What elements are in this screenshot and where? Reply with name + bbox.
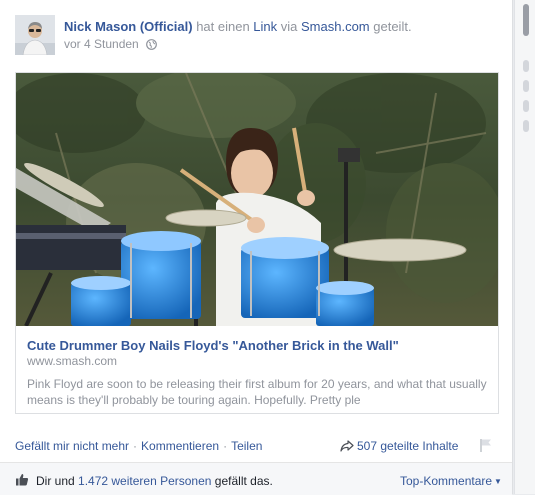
comment-sort-label: Top-Kommentare: [400, 474, 493, 488]
post-header: Nick Mason (Official) hat einen Link via…: [64, 19, 412, 34]
likes-text: Dir und 1.472 weiteren Personen gefällt …: [36, 474, 273, 488]
shares-count: 507 geteilte Inhalte: [357, 439, 459, 453]
likes-suffix: gefällt das.: [211, 474, 273, 488]
preview-image[interactable]: [16, 73, 498, 326]
flag-icon[interactable]: [478, 437, 494, 458]
likes-prefix: Dir und: [36, 474, 79, 488]
share-button[interactable]: Teilen: [231, 439, 262, 453]
caret-down-icon: ▼: [494, 477, 502, 486]
share-arrow-icon: [340, 440, 354, 455]
preview-domain: www.smash.com: [27, 354, 118, 368]
unlike-button[interactable]: Gefällt mir nicht mehr: [15, 439, 129, 453]
header-verb: hat einen: [192, 19, 254, 34]
site-link[interactable]: Smash.com: [301, 19, 370, 34]
header-suffix: geteilt.: [369, 19, 412, 34]
scrollbar-marker: [523, 60, 529, 72]
globe-icon[interactable]: [146, 39, 157, 53]
comment-sort-dropdown[interactable]: Top-Kommentare ▼: [400, 474, 502, 488]
author-name-link[interactable]: Nick Mason (Official): [64, 19, 193, 34]
thumbs-up-icon: [15, 473, 29, 491]
action-bar: Gefällt mir nicht mehr · Kommentieren · Teil…: [15, 439, 262, 453]
author-avatar[interactable]: [15, 15, 55, 55]
scrollbar-marker: [523, 120, 529, 132]
post-meta: vor 4 Stunden: [64, 37, 157, 53]
likes-summary: Dir und 1.472 weiteren Personen gefällt …: [0, 462, 512, 495]
scrollbar-thumb[interactable]: [523, 4, 529, 36]
header-via: via: [277, 19, 301, 34]
scrollbar-marker: [523, 80, 529, 92]
link-word[interactable]: Link: [253, 19, 277, 34]
link-preview[interactable]: Cute Drummer Boy Nails Floyd's "Another …: [15, 72, 499, 414]
page-scrollbar[interactable]: [514, 0, 535, 494]
preview-title[interactable]: Cute Drummer Boy Nails Floyd's "Another …: [27, 338, 399, 353]
feed-post: Nick Mason (Official) hat einen Link via…: [0, 0, 513, 495]
comment-button[interactable]: Kommentieren: [141, 439, 219, 453]
preview-description: Pink Floyd are soon to be releasing thei…: [27, 377, 487, 407]
shares-link[interactable]: 507 geteilte Inhalte: [340, 439, 458, 455]
post-timestamp[interactable]: vor 4 Stunden: [64, 37, 139, 51]
action-separator: ·: [223, 439, 228, 453]
likers-link[interactable]: 1.472 weiteren Personen: [78, 474, 211, 488]
action-separator: ·: [133, 439, 138, 453]
scrollbar-marker: [523, 100, 529, 112]
